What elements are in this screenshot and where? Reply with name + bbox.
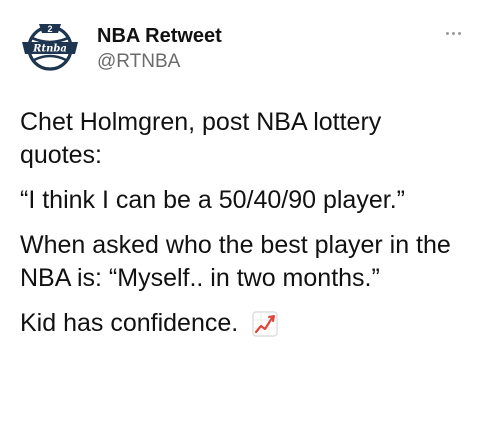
tweet-header: 2 Rtnba NBA Retweet @RTNBA <box>20 16 465 76</box>
avatar[interactable]: 2 Rtnba <box>20 16 80 76</box>
tweet-paragraph: Kid has confidence. <box>20 309 239 337</box>
author-display-name[interactable]: NBA Retweet <box>97 24 222 48</box>
tweet-paragraph: When asked who the best player in the NB… <box>20 231 451 292</box>
tweet-paragraph: Chet Holmgren, post NBA lottery quotes: <box>20 108 382 169</box>
tweet-body: Chet Holmgren, post NBA lottery quotes: … <box>20 106 465 352</box>
more-dot-icon <box>451 31 455 35</box>
more-dot-icon <box>457 31 461 35</box>
tweet-card: 2 Rtnba NBA Retweet @RTNBA Chet Holmgren… <box>0 0 480 438</box>
more-options-button[interactable] <box>441 26 465 40</box>
avatar-logo-number: 2 <box>47 24 52 34</box>
author-names: NBA Retweet @RTNBA <box>97 24 222 74</box>
tweet-paragraph: “I think I can be a 50/40/90 player.” <box>20 186 405 214</box>
avatar-logo-text: Rtnba <box>32 44 67 55</box>
more-dot-icon <box>445 31 449 35</box>
author-handle[interactable]: @RTNBA <box>97 50 222 74</box>
chart-increasing-icon <box>252 310 278 337</box>
tweet-last-line: Kid has confidence. <box>20 307 465 340</box>
rtnba-logo-icon: 2 Rtnba <box>21 17 79 75</box>
